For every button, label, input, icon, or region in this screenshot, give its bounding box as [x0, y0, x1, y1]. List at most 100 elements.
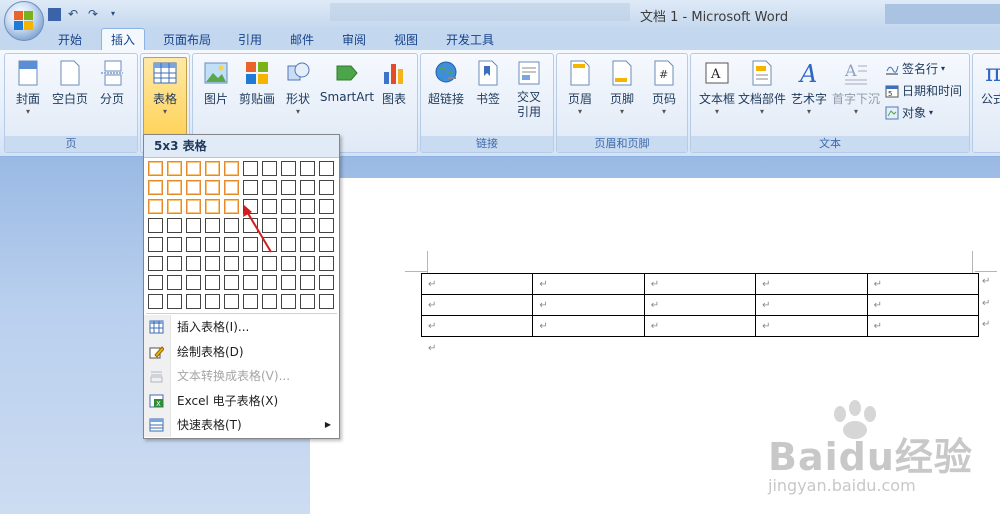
table-cell[interactable]: ↵	[755, 294, 868, 316]
office-button[interactable]	[4, 1, 44, 41]
grid-cell[interactable]	[319, 218, 334, 233]
grid-cell[interactable]	[281, 256, 296, 271]
grid-cell[interactable]	[148, 237, 163, 252]
grid-cell[interactable]	[167, 294, 182, 309]
object-button[interactable]: 对象 ▾	[885, 104, 933, 121]
grid-cell[interactable]	[224, 294, 239, 309]
equation-button[interactable]: π 公式	[975, 58, 1000, 107]
undo-icon[interactable]: ↶	[65, 6, 81, 22]
tab-insert[interactable]: 插入	[101, 28, 145, 51]
grid-cell[interactable]	[281, 199, 296, 214]
table-button[interactable]: 表格 ▾	[143, 57, 187, 135]
grid-cell[interactable]	[148, 180, 163, 195]
grid-cell[interactable]	[167, 161, 182, 176]
grid-cell[interactable]	[148, 161, 163, 176]
redo-icon[interactable]: ↷	[85, 6, 101, 22]
grid-cell[interactable]	[205, 180, 220, 195]
grid-cell[interactable]	[186, 218, 201, 233]
grid-cell[interactable]	[300, 275, 315, 290]
tab-references[interactable]: 引用	[229, 30, 271, 50]
quick-parts-button[interactable]: 文档部件 ▾	[737, 58, 787, 116]
draw-table-item[interactable]: 绘制表格(D)	[144, 340, 339, 365]
grid-cell[interactable]	[167, 180, 182, 195]
tab-review[interactable]: 审阅	[333, 30, 375, 50]
wordart-button[interactable]: A 艺术字 ▾	[787, 58, 831, 116]
footer-button[interactable]: 页脚 ▾	[603, 58, 641, 116]
table-cell[interactable]: ↵	[755, 315, 868, 337]
grid-cell[interactable]	[148, 218, 163, 233]
grid-cell[interactable]	[319, 180, 334, 195]
grid-cell[interactable]	[300, 237, 315, 252]
grid-cell[interactable]	[281, 218, 296, 233]
save-icon[interactable]	[48, 7, 61, 21]
shapes-button[interactable]: 形状 ▾	[279, 58, 317, 116]
grid-cell[interactable]	[281, 275, 296, 290]
grid-cell[interactable]	[319, 275, 334, 290]
grid-cell[interactable]	[300, 218, 315, 233]
grid-cell[interactable]	[319, 294, 334, 309]
grid-cell[interactable]	[262, 180, 277, 195]
grid-cell[interactable]	[224, 218, 239, 233]
table-cell[interactable]: ↵	[420, 273, 534, 295]
grid-cell[interactable]	[300, 161, 315, 176]
grid-cell[interactable]	[205, 199, 220, 214]
grid-cell[interactable]	[186, 180, 201, 195]
table-cell[interactable]: ↵	[420, 294, 534, 316]
grid-cell[interactable]	[186, 294, 201, 309]
header-button[interactable]: 页眉 ▾	[561, 58, 599, 116]
grid-cell[interactable]	[243, 180, 258, 195]
grid-cell[interactable]	[148, 199, 163, 214]
grid-cell[interactable]	[167, 275, 182, 290]
table-cell[interactable]: ↵	[866, 294, 980, 316]
page-number-button[interactable]: # 页码 ▾	[645, 58, 683, 116]
grid-cell[interactable]	[186, 237, 201, 252]
page-break-button[interactable]: 分页	[93, 58, 131, 107]
quick-tables-item[interactable]: 快速表格(T) ▶	[144, 413, 339, 438]
grid-cell[interactable]	[300, 256, 315, 271]
chart-button[interactable]: 图表	[375, 58, 413, 107]
grid-cell[interactable]	[262, 161, 277, 176]
table-cell[interactable]: ↵	[866, 273, 980, 295]
grid-cell[interactable]	[148, 275, 163, 290]
grid-cell[interactable]	[167, 256, 182, 271]
grid-cell[interactable]	[167, 218, 182, 233]
table-cell[interactable]: ↵	[532, 315, 645, 337]
tab-home[interactable]: 开始	[50, 30, 90, 50]
cover-page-button[interactable]: 封面 ▾	[9, 58, 47, 116]
grid-cell[interactable]	[205, 294, 220, 309]
grid-cell[interactable]	[300, 294, 315, 309]
clip-art-button[interactable]: 剪贴画	[237, 58, 277, 107]
grid-cell[interactable]	[319, 161, 334, 176]
text-box-button[interactable]: A 文本框 ▾	[695, 58, 739, 116]
grid-cell[interactable]	[281, 180, 296, 195]
grid-cell[interactable]	[148, 294, 163, 309]
tab-developer[interactable]: 开发工具	[437, 30, 503, 50]
grid-cell[interactable]	[205, 256, 220, 271]
hyperlink-button[interactable]: 超链接	[425, 58, 467, 107]
grid-cell[interactable]	[300, 180, 315, 195]
grid-cell[interactable]	[186, 161, 201, 176]
signature-line-button[interactable]: 签名行 ▾	[885, 60, 945, 77]
excel-spreadsheet-item[interactable]: X Excel 电子表格(X)	[144, 389, 339, 414]
grid-cell[interactable]	[186, 256, 201, 271]
grid-cell[interactable]	[224, 161, 239, 176]
grid-cell[interactable]	[243, 256, 258, 271]
grid-cell[interactable]	[243, 161, 258, 176]
table-cell[interactable]: ↵	[643, 273, 757, 295]
table-cell[interactable]: ↵	[532, 273, 645, 295]
grid-cell[interactable]	[186, 275, 201, 290]
grid-cell[interactable]	[224, 199, 239, 214]
grid-cell[interactable]	[319, 199, 334, 214]
table-cell[interactable]: ↵	[866, 315, 980, 337]
customize-qat-icon[interactable]: ▾	[105, 6, 121, 22]
grid-cell[interactable]	[205, 237, 220, 252]
grid-cell[interactable]	[205, 218, 220, 233]
grid-cell[interactable]	[262, 275, 277, 290]
insert-table-item[interactable]: 插入表格(I)...	[144, 315, 339, 340]
picture-button[interactable]: 图片	[197, 58, 235, 107]
grid-cell[interactable]	[224, 275, 239, 290]
cross-reference-button[interactable]: 交叉引用	[509, 58, 549, 120]
table-cell[interactable]: ↵	[532, 294, 645, 316]
document-table[interactable]: ↵ ↵ ↵ ↵ ↵ ↵ ↵ ↵ ↵ ↵ ↵ ↵ ↵ ↵ ↵	[420, 273, 980, 337]
grid-cell[interactable]	[262, 256, 277, 271]
